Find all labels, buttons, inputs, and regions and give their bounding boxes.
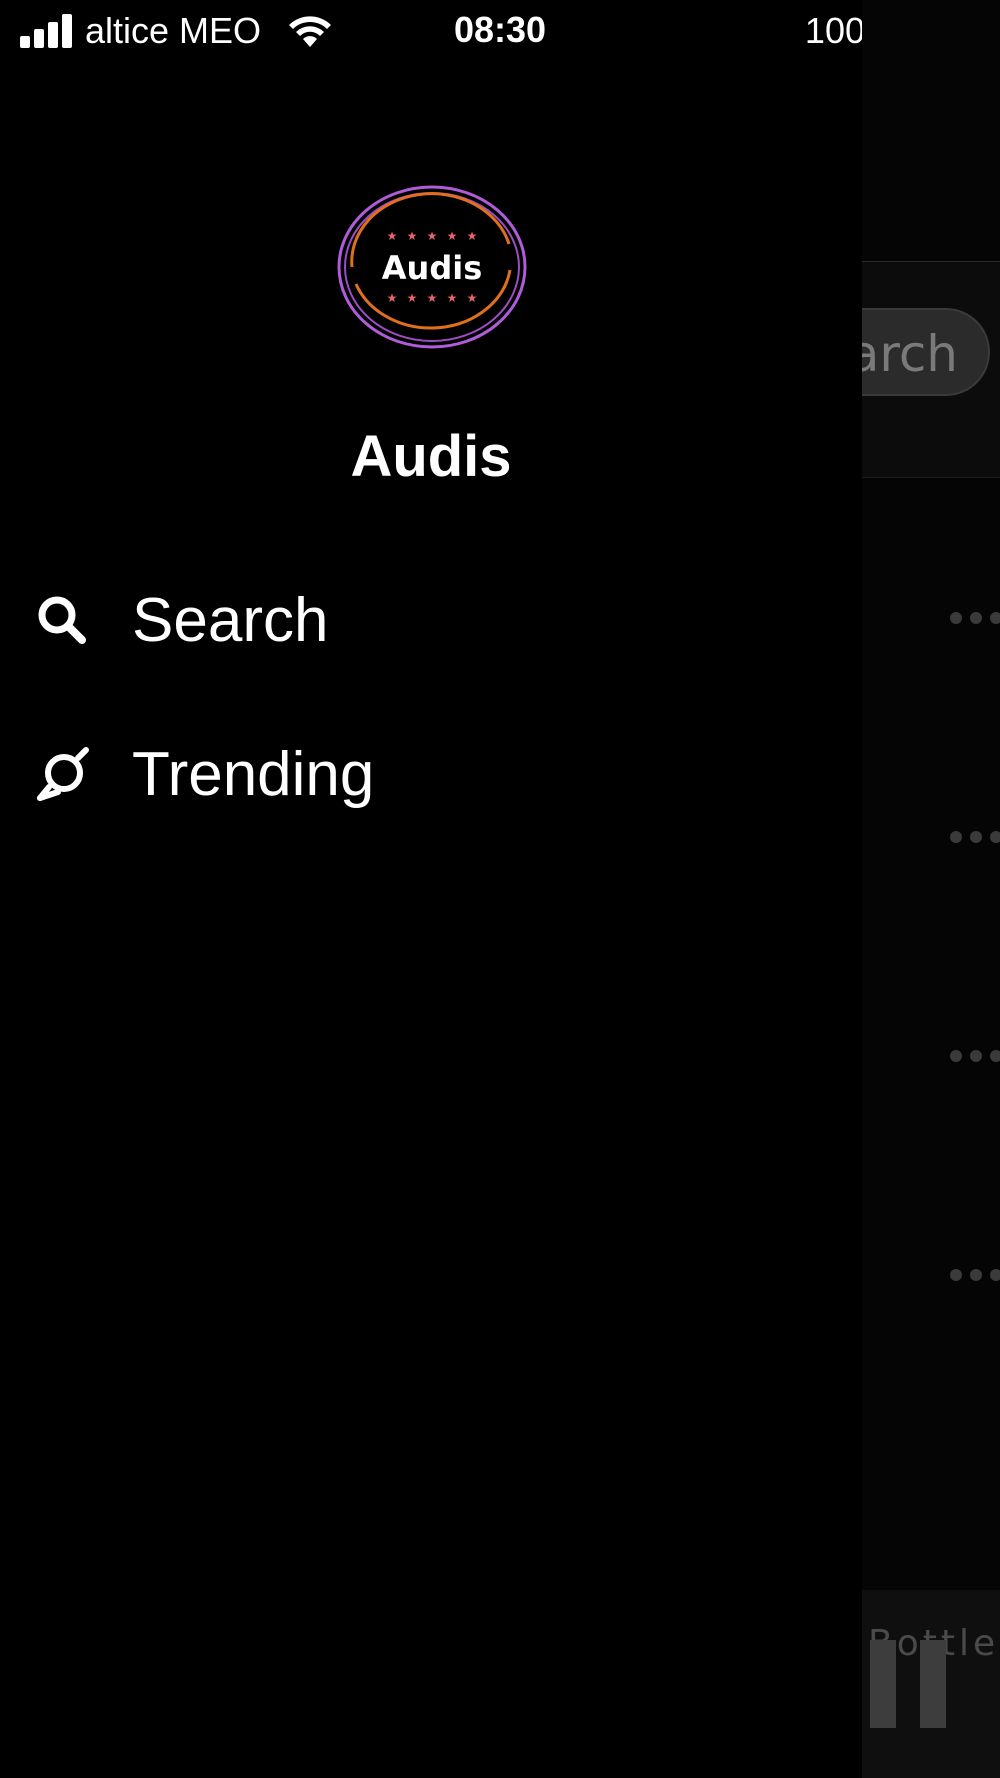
background-header: Search: [782, 261, 1000, 478]
svg-text:★: ★: [467, 229, 478, 243]
pause-icon[interactable]: [870, 1640, 950, 1728]
svg-text:★: ★: [407, 229, 418, 243]
logo-text: Audis: [382, 249, 482, 287]
svg-text:★: ★: [387, 291, 398, 305]
mini-player[interactable]: Bottle: [862, 1590, 1000, 1778]
svg-text:★: ★: [407, 291, 418, 305]
svg-text:★: ★: [447, 291, 458, 305]
app-logo: ★ ★ ★ ★ ★ ★ ★ ★ ★ ★ Audis: [337, 185, 527, 349]
menu-item-search[interactable]: Search: [0, 564, 862, 674]
navigation-drawer: ★ ★ ★ ★ ★ ★ ★ ★ ★ ★ Audis Audis Search Trending: [0, 64, 862, 1778]
menu-item-label: Trending: [132, 740, 375, 809]
more-dots-icon[interactable]: [950, 1046, 1000, 1066]
svg-text:★: ★: [387, 229, 398, 243]
more-dots-icon[interactable]: [950, 608, 1000, 628]
svg-text:★: ★: [427, 229, 438, 243]
search-icon: [38, 596, 86, 644]
app-title: Audis: [350, 424, 512, 489]
svg-text:★: ★: [467, 291, 478, 305]
svg-text:★: ★: [427, 291, 438, 305]
background-screen: Search Bottle: [782, 0, 1000, 1778]
menu-item-label: Search: [132, 586, 329, 655]
more-dots-icon[interactable]: [950, 1265, 1000, 1285]
menu-item-trending[interactable]: Trending: [0, 718, 862, 828]
svg-text:★: ★: [447, 229, 458, 243]
more-dots-icon[interactable]: [950, 827, 1000, 847]
trending-icon: [37, 747, 89, 801]
status-bar: altice MEO 08:30 100%: [0, 0, 1000, 64]
